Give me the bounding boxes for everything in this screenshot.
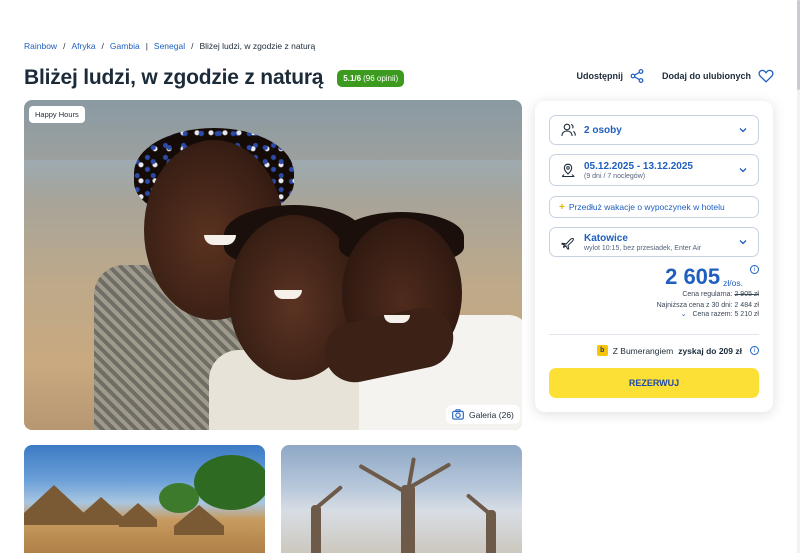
- regular-price-value: 2 905 zł: [734, 291, 759, 298]
- info-icon[interactable]: i: [750, 346, 759, 355]
- persons-icon: [560, 122, 576, 138]
- chevron-down-icon: [739, 240, 747, 245]
- breadcrumb: Rainbow / Afryka / Gambia | Senegal / Bl…: [24, 41, 315, 51]
- baobab-branch: [465, 493, 492, 516]
- bumerang-prefix: Z Bumerangiem: [612, 345, 674, 356]
- gallery-label: Galeria (26): [469, 409, 514, 420]
- gallery-thumbnail-village[interactable]: [24, 445, 265, 553]
- hut: [119, 503, 157, 527]
- favorite-button[interactable]: Dodaj do ulubionych: [662, 69, 774, 83]
- chevron-down-icon: [739, 168, 747, 173]
- hut: [79, 497, 123, 525]
- breadcrumb-current: Bliżej ludzi, w zgodzie z naturą: [199, 41, 316, 51]
- breadcrumb-rainbow[interactable]: Rainbow: [24, 41, 57, 51]
- breadcrumb-separator: /: [101, 41, 104, 51]
- total-price-row[interactable]: ⌄ Cena razem: 5 210 zł: [657, 310, 759, 319]
- tree: [194, 455, 265, 510]
- rating-score: 5.1/6: [343, 73, 362, 83]
- chevron-down-icon: [739, 128, 747, 133]
- plane-icon: [560, 234, 576, 250]
- extend-stay-label: Przedłuż wakacje o wypoczynek w hotelu: [568, 202, 725, 212]
- tree: [159, 483, 199, 513]
- gallery-thumbnail-baobab[interactable]: [281, 445, 522, 553]
- lowest-price-row: Najniższa cena z 30 dni: 2 484 zł: [657, 301, 759, 310]
- calendar-pin-icon: [560, 162, 576, 178]
- baobab-branch: [313, 484, 344, 511]
- price-line: 2 605 zł/os. i: [657, 264, 759, 289]
- hut: [24, 485, 84, 525]
- breadcrumb-separator: /: [63, 41, 66, 51]
- extend-stay-button[interactable]: + Przedłuż wakacje o wypoczynek w hotelu: [549, 196, 759, 218]
- divider: [549, 334, 759, 335]
- breadcrumb-senegal[interactable]: Senegal: [154, 41, 185, 51]
- happy-hours-badge: Happy Hours: [29, 106, 85, 123]
- baobab-trunk: [486, 510, 496, 553]
- dates-duration: (9 dni / 7 noclegów): [584, 172, 646, 180]
- rating-badge[interactable]: 5.1/6 (96 opinii): [337, 69, 405, 87]
- baobab-trunk: [311, 505, 321, 553]
- bumerang-gain: zyskaj do 209 zł: [678, 345, 742, 356]
- departure-details: wylot 10:15, bez przesiadek, Enter Air: [584, 244, 702, 252]
- breadcrumb-separator: |: [145, 41, 148, 51]
- rating-count: (96 opinii): [363, 73, 399, 83]
- favorite-label: Dodaj do ulubionych: [662, 71, 751, 81]
- regular-price-label: Cena regularna:: [682, 291, 733, 298]
- total-price-value: 5 210 zł: [734, 311, 759, 318]
- departure-text: Katowice wylot 10:15, bez przesiadek, En…: [584, 233, 738, 252]
- departure-city: Katowice: [584, 232, 628, 244]
- chevron-down-icon: ⌄: [680, 311, 687, 318]
- breadcrumb-afryka[interactable]: Afryka: [71, 41, 95, 51]
- persons-value: 2 osoby: [584, 124, 622, 136]
- price-block: 2 605 zł/os. i Cena regularna: 2 905 zł …: [657, 264, 759, 319]
- reserve-button[interactable]: REZERWUJ: [549, 368, 759, 398]
- departure-select[interactable]: Katowice wylot 10:15, bez przesiadek, En…: [549, 227, 759, 257]
- total-price-label: Cena razem:: [692, 311, 733, 318]
- baobab-branch: [358, 463, 408, 495]
- camera-icon: [452, 409, 464, 420]
- share-icon: [630, 69, 644, 83]
- info-icon[interactable]: i: [750, 265, 759, 274]
- lowest-price-label: Najniższa cena z 30 dni:: [656, 302, 733, 309]
- header-actions: Udostępnij Dodaj do ulubionych: [577, 69, 775, 83]
- breadcrumb-separator: /: [191, 41, 194, 51]
- dates-value: 05.12.2025 - 13.12.2025: [584, 160, 693, 172]
- persons-select[interactable]: 2 osoby: [549, 115, 759, 145]
- regular-price-row: Cena regularna: 2 905 zł: [657, 290, 759, 299]
- share-label: Udostępnij: [576, 71, 624, 81]
- lowest-price-value: 2 484 zł: [734, 302, 759, 309]
- persons-text: 2 osoby: [584, 125, 738, 136]
- hero-image[interactable]: [24, 100, 522, 430]
- plus-icon: +: [559, 201, 565, 213]
- price-value: 2 605: [665, 264, 721, 289]
- breadcrumb-gambia[interactable]: Gambia: [110, 41, 140, 51]
- bumerang-promo: b Z Bumerangiem zyskaj do 209 zł i: [596, 345, 759, 356]
- price-unit: zł/os.: [723, 278, 743, 288]
- smile: [204, 235, 236, 245]
- title-row: Bliżej ludzi, w zgodzie z naturą 5.1/6 (…: [24, 66, 405, 90]
- dates-text: 05.12.2025 - 13.12.2025 (9 dni / 7 nocle…: [584, 161, 738, 180]
- page-title: Bliżej ludzi, w zgodzie z naturą: [24, 66, 324, 89]
- heart-icon: [758, 69, 774, 83]
- booking-panel: 2 osoby 05.12.2025 - 13.12.2025 (9 dni /…: [535, 101, 773, 412]
- bumerang-icon: b: [596, 345, 608, 356]
- smile: [384, 315, 410, 323]
- dates-select[interactable]: 05.12.2025 - 13.12.2025 (9 dni / 7 nocle…: [549, 154, 759, 186]
- share-button[interactable]: Udostępnij: [577, 69, 645, 83]
- gallery-button[interactable]: Galeria (26): [446, 405, 520, 424]
